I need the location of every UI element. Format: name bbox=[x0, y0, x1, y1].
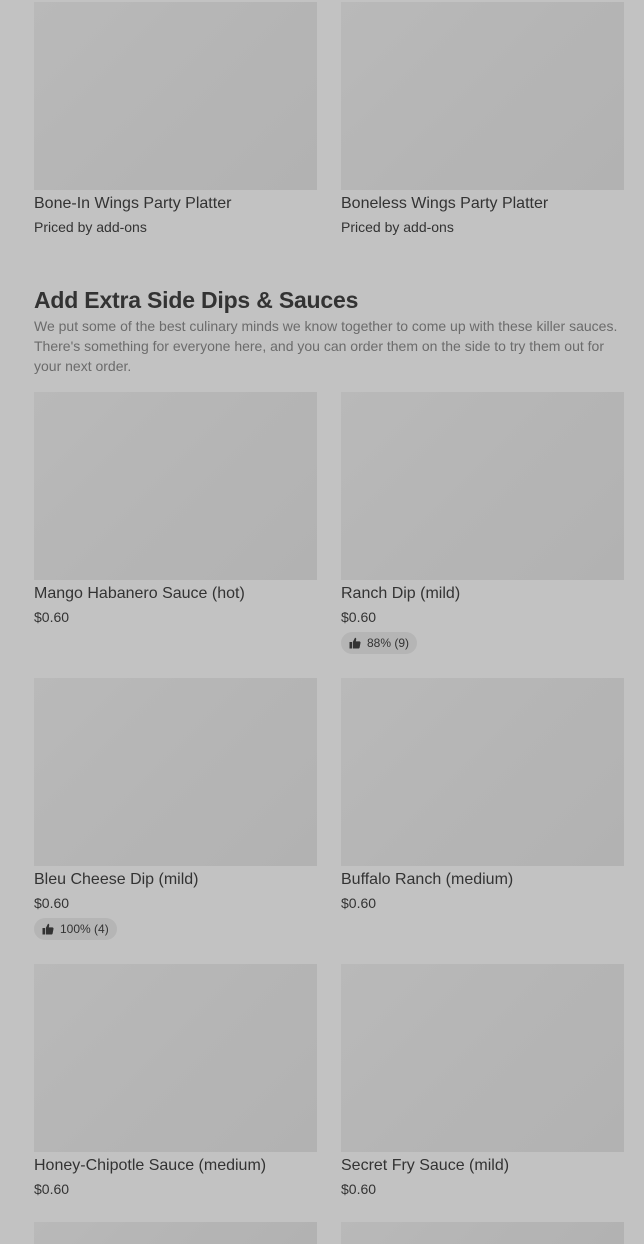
sauces-grid-row bbox=[34, 1222, 624, 1244]
item-name: Boneless Wings Party Platter bbox=[341, 195, 549, 212]
section-title: Add Extra Side Dips & Sauces bbox=[34, 287, 359, 313]
rating-badge: 88% (9) bbox=[341, 632, 418, 654]
item-image bbox=[34, 392, 317, 580]
menu-item-card[interactable] bbox=[341, 1222, 624, 1244]
rating-text: 88% (9) bbox=[367, 636, 410, 650]
rating-badge: 100% (4) bbox=[34, 918, 117, 940]
item-price: Priced by add-ons bbox=[341, 219, 454, 235]
menu-page: Bone-In Wings Party Platter Priced by ad… bbox=[0, 0, 644, 1244]
item-price: $0.60 bbox=[341, 895, 377, 911]
thumbs-up-icon bbox=[42, 923, 54, 935]
menu-item-card[interactable] bbox=[34, 1222, 317, 1244]
sauces-section-header: Add Extra Side Dips & Sauces We put some… bbox=[34, 285, 624, 376]
item-price: $0.60 bbox=[341, 609, 377, 625]
rating-text: 100% (4) bbox=[60, 922, 109, 936]
menu-item-card[interactable]: Honey-Chipotle Sauce (medium) $0.60 bbox=[34, 964, 317, 1198]
item-image bbox=[341, 678, 624, 866]
item-name: Bone-In Wings Party Platter bbox=[34, 195, 232, 212]
item-name: Secret Fry Sauce (mild) bbox=[341, 1157, 510, 1174]
platter-grid: Bone-In Wings Party Platter Priced by ad… bbox=[34, 2, 624, 236]
item-name: Ranch Dip (mild) bbox=[341, 585, 461, 602]
menu-item-card[interactable]: Boneless Wings Party Platter Priced by a… bbox=[341, 2, 624, 236]
item-image bbox=[341, 2, 624, 190]
item-image bbox=[341, 392, 624, 580]
item-name: Buffalo Ranch (medium) bbox=[341, 871, 514, 888]
thumbs-up-icon bbox=[349, 637, 361, 649]
sauces-grid-row: Mango Habanero Sauce (hot) $0.60 Ranch D… bbox=[34, 392, 624, 654]
item-image bbox=[34, 678, 317, 866]
item-price: Priced by add-ons bbox=[34, 219, 147, 235]
item-price: $0.60 bbox=[34, 895, 70, 911]
menu-item-card[interactable]: Ranch Dip (mild) $0.60 88% (9) bbox=[341, 392, 624, 654]
menu-item-card[interactable]: Bone-In Wings Party Platter Priced by ad… bbox=[34, 2, 317, 236]
menu-item-card[interactable]: Bleu Cheese Dip (mild) $0.60 100% (4) bbox=[34, 678, 317, 940]
item-price: $0.60 bbox=[34, 1181, 70, 1197]
sauces-grid-row: Honey-Chipotle Sauce (medium) $0.60 Secr… bbox=[34, 964, 624, 1198]
item-name: Mango Habanero Sauce (hot) bbox=[34, 585, 245, 602]
item-price: $0.60 bbox=[341, 1181, 377, 1197]
item-image bbox=[34, 964, 317, 1152]
menu-item-card[interactable]: Secret Fry Sauce (mild) $0.60 bbox=[341, 964, 624, 1198]
item-image bbox=[34, 1222, 317, 1244]
sauces-grid-row: Bleu Cheese Dip (mild) $0.60 100% (4) Bu… bbox=[34, 678, 624, 940]
item-name: Bleu Cheese Dip (mild) bbox=[34, 871, 199, 888]
item-price: $0.60 bbox=[34, 609, 70, 625]
item-name: Honey-Chipotle Sauce (medium) bbox=[34, 1157, 267, 1174]
item-image bbox=[341, 964, 624, 1152]
item-image bbox=[341, 1222, 624, 1244]
menu-item-card[interactable]: Mango Habanero Sauce (hot) $0.60 bbox=[34, 392, 317, 654]
section-description: We put some of the best culinary minds w… bbox=[34, 318, 618, 374]
item-image bbox=[34, 2, 317, 190]
menu-item-card[interactable]: Buffalo Ranch (medium) $0.60 bbox=[341, 678, 624, 940]
